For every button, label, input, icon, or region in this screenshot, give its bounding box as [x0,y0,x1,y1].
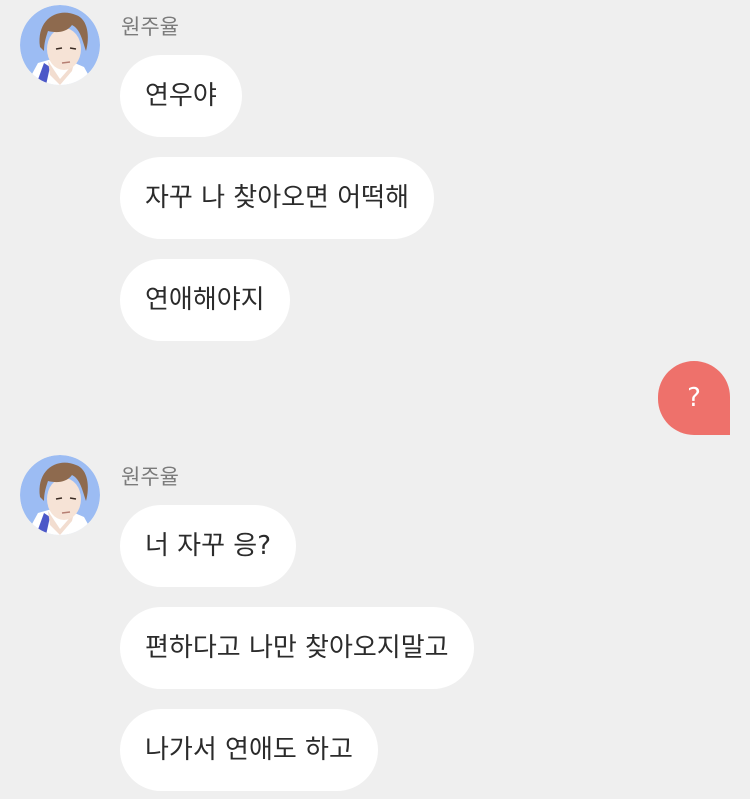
sender-avatar[interactable] [20,5,100,85]
sender-name: 원주율 [121,15,179,39]
incoming-message-bubble[interactable]: 연애해야지 [120,259,290,341]
incoming-message-bubble[interactable]: 편하다고 나만 찾아오지말고 [120,607,474,689]
incoming-message-bubble[interactable]: 나가서 연애도 하고 [120,709,378,791]
incoming-message-bubble[interactable]: 너 자꾸 응? [120,505,297,587]
boy-portrait-icon [20,455,100,535]
boy-portrait-icon [20,5,100,85]
incoming-message-bubble[interactable]: 자꾸 나 찾아오면 어떡해 [120,157,434,239]
sender-avatar[interactable] [20,455,100,535]
outgoing-message-bubble[interactable]: ? [658,361,730,435]
sender-name: 원주율 [121,465,179,489]
incoming-message-bubble[interactable]: 연우야 [120,55,242,137]
